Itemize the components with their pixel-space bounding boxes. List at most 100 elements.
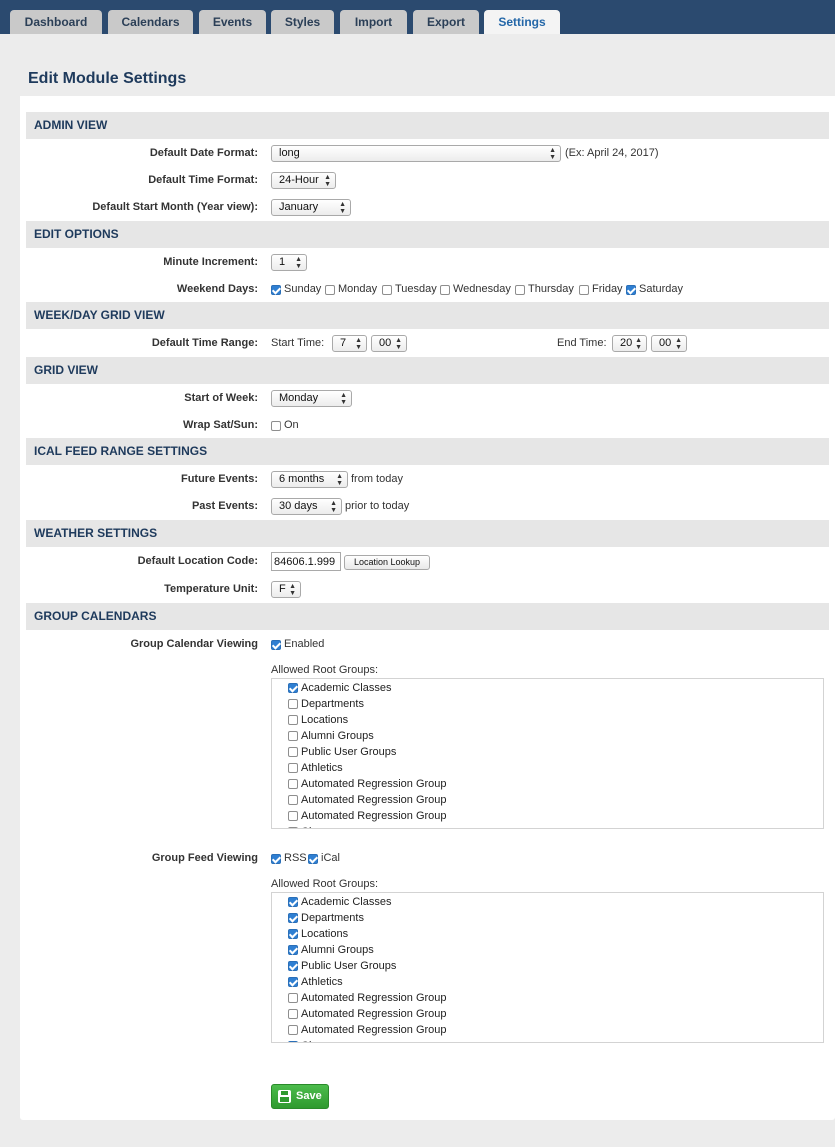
- group-name: Cl: [301, 1038, 311, 1042]
- group-checkbox[interactable]: [288, 731, 298, 741]
- select-arrows-icon: ▲ ▼: [549, 146, 556, 161]
- group-list-item[interactable]: Departments: [288, 910, 808, 926]
- group-list-item[interactable]: Public User Groups: [288, 958, 808, 974]
- group-list-item[interactable]: Locations: [288, 712, 808, 728]
- feed-allowed-root-groups-label: Allowed Root Groups:: [271, 878, 378, 890]
- feed-allowed-root-groups-list[interactable]: Academic Classes Departments Locations Alum…: [271, 892, 824, 1043]
- select-arrows-icon: ▲ ▼: [675, 336, 682, 351]
- tab-export[interactable]: Export: [413, 10, 479, 34]
- location-lookup-button[interactable]: Location Lookup: [344, 555, 430, 570]
- temperature-unit-select[interactable]: F ▲ ▼: [271, 581, 301, 598]
- group-name: Automated Regression Group: [301, 992, 447, 1004]
- group-list-item[interactable]: Alumni Groups: [288, 942, 808, 958]
- temperature-unit-label: Temperature Unit:: [164, 583, 258, 595]
- group-checkbox[interactable]: [288, 993, 298, 1003]
- group-list-item[interactable]: Automated Regression Group: [288, 808, 808, 824]
- group-checkbox[interactable]: [288, 961, 298, 971]
- end-minute-select[interactable]: 00 ▲ ▼: [651, 335, 687, 352]
- group-list-item[interactable]: Academic Classes: [288, 680, 808, 696]
- group-checkbox[interactable]: [288, 945, 298, 955]
- group-list-item[interactable]: Automated Regression Group: [288, 1022, 808, 1038]
- select-arrows-icon: ▲ ▼: [395, 336, 402, 351]
- group-checkbox[interactable]: [288, 715, 298, 725]
- date-format-example: (Ex: April 24, 2017): [565, 147, 659, 159]
- group-list-item[interactable]: Cl: [288, 1038, 808, 1042]
- tab-settings[interactable]: Settings: [484, 10, 560, 34]
- group-name: Cl: [301, 824, 311, 828]
- weekend-day-checkbox[interactable]: [626, 285, 636, 295]
- save-button[interactable]: Save: [271, 1084, 329, 1109]
- group-checkbox[interactable]: [288, 913, 298, 923]
- end-hour-select[interactable]: 20 ▲ ▼: [612, 335, 647, 352]
- weekend-days-label: Weekend Days:: [176, 283, 258, 295]
- group-checkbox[interactable]: [288, 929, 298, 939]
- group-checkbox[interactable]: [288, 1041, 298, 1042]
- group-list-item[interactable]: Cl: [288, 824, 808, 828]
- wrap-label: Wrap Sat/Sun:: [183, 419, 258, 431]
- rss-checkbox[interactable]: [271, 854, 281, 864]
- group-checkbox[interactable]: [288, 763, 298, 773]
- group-name: Athletics: [301, 976, 343, 988]
- time-format-select[interactable]: 24-Hour ▲ ▼: [271, 172, 336, 189]
- weekend-day-label: Wednesday: [453, 283, 511, 295]
- group-list-item[interactable]: Academic Classes: [288, 894, 808, 910]
- weekend-day-checkbox[interactable]: [579, 285, 589, 295]
- group-checkbox[interactable]: [288, 795, 298, 805]
- group-checkbox[interactable]: [288, 827, 298, 828]
- group-checkbox[interactable]: [288, 811, 298, 821]
- group-list-item[interactable]: Locations: [288, 926, 808, 942]
- weekend-day-label: Sunday: [284, 283, 322, 295]
- allowed-root-groups-list[interactable]: Academic Classes Departments Locations Alum…: [271, 678, 824, 829]
- group-list-item[interactable]: Automated Regression Group: [288, 776, 808, 792]
- section-admin-view: ADMIN VIEW: [26, 112, 829, 139]
- group-checkbox[interactable]: [288, 683, 298, 693]
- group-checkbox[interactable]: [288, 747, 298, 757]
- group-list-item[interactable]: Automated Regression Group: [288, 792, 808, 808]
- weekend-day-checkbox[interactable]: [440, 285, 450, 295]
- wrap-checkbox[interactable]: [271, 421, 281, 431]
- start-of-week-select[interactable]: Monday ▲ ▼: [271, 390, 352, 407]
- weekend-day-checkbox[interactable]: [325, 285, 335, 295]
- group-checkbox[interactable]: [288, 699, 298, 709]
- wrap-on-label: On: [284, 419, 299, 431]
- group-checkbox[interactable]: [288, 1025, 298, 1035]
- future-events-select[interactable]: 6 months ▲ ▼: [271, 471, 348, 488]
- group-list-item[interactable]: Athletics: [288, 974, 808, 990]
- ical-checkbox[interactable]: [308, 854, 318, 864]
- group-checkbox[interactable]: [288, 977, 298, 987]
- group-list-item[interactable]: Athletics: [288, 760, 808, 776]
- group-list-item[interactable]: Alumni Groups: [288, 728, 808, 744]
- tab-import[interactable]: Import: [340, 10, 407, 34]
- enabled-label: Enabled: [284, 638, 325, 650]
- start-minute-select[interactable]: 00 ▲ ▼: [371, 335, 407, 352]
- section-group-calendars: GROUP CALENDARS: [26, 603, 829, 630]
- tab-calendars[interactable]: Calendars: [108, 10, 193, 34]
- end-time-label: End Time:: [557, 337, 607, 349]
- group-list-item[interactable]: Public User Groups: [288, 744, 808, 760]
- start-hour-select[interactable]: 7 ▲ ▼: [332, 335, 367, 352]
- weekend-day-checkbox[interactable]: [271, 285, 281, 295]
- group-list-item[interactable]: Departments: [288, 696, 808, 712]
- start-month-select[interactable]: January ▲ ▼: [271, 199, 351, 216]
- enabled-checkbox[interactable]: [271, 640, 281, 650]
- start-time-label: Start Time:: [271, 337, 325, 349]
- group-name: Automated Regression Group: [301, 1024, 447, 1036]
- select-arrows-icon: ▲ ▼: [336, 472, 343, 487]
- location-code-input[interactable]: [271, 552, 341, 571]
- tab-events[interactable]: Events: [199, 10, 266, 34]
- tab-styles[interactable]: Styles: [271, 10, 334, 34]
- group-list-item[interactable]: Automated Regression Group: [288, 990, 808, 1006]
- select-arrows-icon: ▲ ▼: [355, 336, 362, 351]
- weekend-day-checkbox[interactable]: [515, 285, 525, 295]
- tab-dashboard[interactable]: Dashboard: [10, 10, 102, 34]
- group-name: Athletics: [301, 762, 343, 774]
- group-list-item[interactable]: Automated Regression Group: [288, 1006, 808, 1022]
- past-events-select[interactable]: 30 days ▲ ▼: [271, 498, 342, 515]
- date-format-select[interactable]: long ▲ ▼: [271, 145, 561, 162]
- group-checkbox[interactable]: [288, 897, 298, 907]
- minute-increment-select[interactable]: 1 ▲ ▼: [271, 254, 307, 271]
- weekend-day-checkbox[interactable]: [382, 285, 392, 295]
- group-checkbox[interactable]: [288, 779, 298, 789]
- minute-increment-label: Minute Increment:: [163, 256, 258, 268]
- group-checkbox[interactable]: [288, 1009, 298, 1019]
